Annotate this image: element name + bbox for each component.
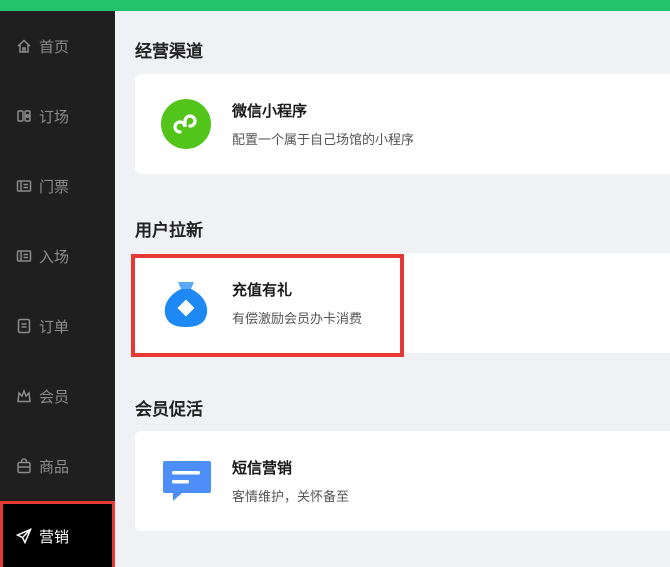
marketing-icon — [16, 528, 32, 544]
sidebar-item-home[interactable]: 首页 — [0, 11, 115, 81]
sidebar-item-label: 入场 — [39, 247, 70, 266]
card-name: 充值有礼 — [232, 281, 293, 299]
court-icon — [16, 108, 32, 124]
sidebar-item-label: 营销 — [39, 527, 70, 546]
member-icon — [16, 388, 32, 404]
marketing-main: 经营渠道 微信小程序 配置一个属于自己场馆的小程序 用户拉新 充值有礼 有偿激励… — [115, 11, 670, 567]
sidebar: 首页 订场 门票 入场 订单 会员 商品 营销 — [0, 11, 115, 567]
sidebar-item-label: 首页 — [39, 37, 70, 56]
goods-icon — [16, 458, 32, 474]
card-name: 短信营销 — [232, 459, 293, 477]
entry-icon — [16, 248, 32, 264]
ticket-icon — [16, 178, 32, 194]
card-description: 配置一个属于自己场馆的小程序 — [232, 133, 415, 148]
sidebar-item-label: 会员 — [39, 387, 70, 406]
card-recharge-gift[interactable]: 充值有礼 有偿激励会员办卡消费 — [135, 253, 670, 353]
sidebar-item-label: 门票 — [39, 177, 70, 196]
money-bag-icon — [160, 277, 212, 329]
top-accent-bar — [0, 0, 670, 11]
sms-icon — [160, 455, 212, 507]
mini-program-icon — [160, 98, 212, 150]
sidebar-item-label: 订单 — [39, 317, 70, 336]
card-name: 微信小程序 — [232, 102, 308, 120]
sidebar-item-ticket[interactable]: 门票 — [0, 151, 115, 221]
sidebar-item-label: 商品 — [39, 457, 70, 476]
sidebar-item-label: 订场 — [39, 107, 70, 126]
sidebar-item-marketing[interactable]: 营销 — [0, 501, 115, 567]
sidebar-item-member[interactable]: 会员 — [0, 361, 115, 431]
card-description: 客情维护，关怀备至 — [232, 490, 350, 505]
section-title-acquisition: 用户拉新 — [135, 221, 203, 241]
sidebar-item-entry[interactable]: 入场 — [0, 221, 115, 291]
section-title-member-activation: 会员促活 — [135, 400, 203, 420]
section-title-channels: 经营渠道 — [135, 42, 203, 62]
sidebar-item-goods[interactable]: 商品 — [0, 431, 115, 501]
order-icon — [16, 318, 32, 334]
sidebar-item-court[interactable]: 订场 — [0, 81, 115, 151]
sidebar-item-order[interactable]: 订单 — [0, 291, 115, 361]
card-description: 有偿激励会员办卡消费 — [232, 312, 363, 327]
card-wechat-mini-program[interactable]: 微信小程序 配置一个属于自己场馆的小程序 — [135, 74, 670, 174]
home-icon — [16, 38, 32, 54]
card-sms-marketing[interactable]: 短信营销 客情维护，关怀备至 — [135, 431, 670, 531]
